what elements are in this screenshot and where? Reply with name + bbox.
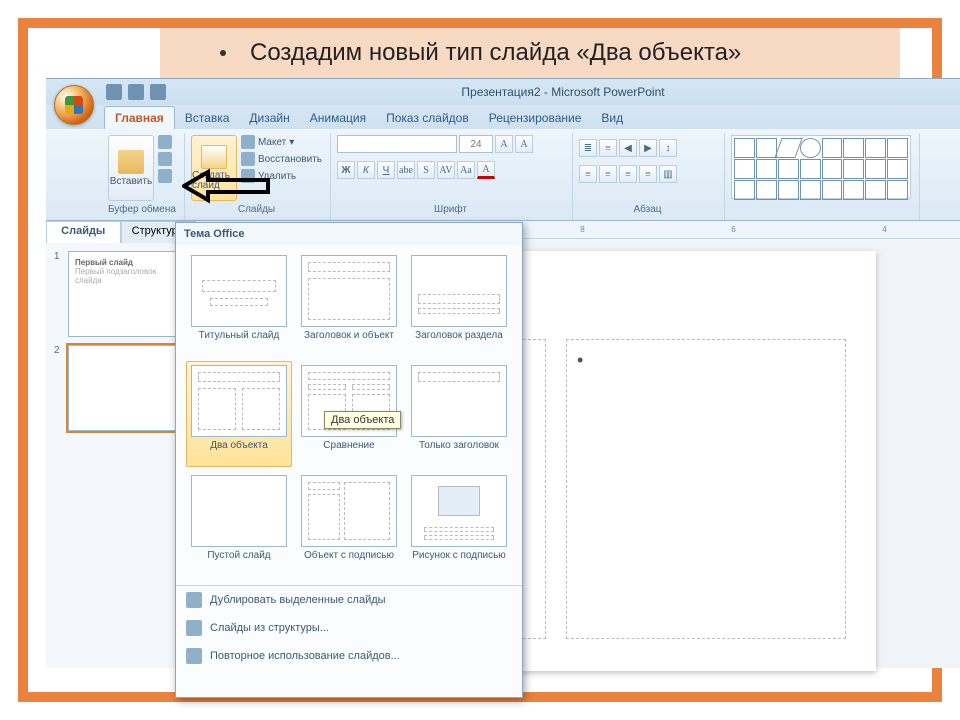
layout-two-content[interactable]: Два объекта bbox=[186, 361, 292, 467]
group-drawing bbox=[727, 133, 920, 220]
paste-button[interactable]: Вставить bbox=[108, 135, 154, 201]
spacing-button[interactable]: AV bbox=[437, 161, 455, 179]
bullets-button[interactable]: ≣ bbox=[579, 139, 597, 157]
group-label-paragraph: Абзац bbox=[579, 204, 716, 218]
layout-section-header[interactable]: Заголовок раздела bbox=[406, 251, 512, 357]
office-button[interactable] bbox=[54, 85, 94, 125]
bullet-icon bbox=[220, 50, 226, 56]
layout-button[interactable]: Макет ▾ bbox=[241, 135, 322, 149]
layout-content-caption[interactable]: Объект с подписью bbox=[296, 471, 402, 577]
bold-button[interactable]: Ж bbox=[337, 161, 355, 179]
duplicate-icon bbox=[186, 592, 202, 608]
copy-icon bbox=[158, 152, 172, 166]
numbering-button[interactable]: ≡ bbox=[599, 139, 617, 157]
layout-title-only[interactable]: Только заголовок bbox=[406, 361, 512, 467]
group-clipboard: Вставить Буфер обмена bbox=[104, 133, 185, 220]
ribbon-tabs: Главная Вставка Дизайн Анимация Показ сл… bbox=[46, 105, 960, 129]
duplicate-slides-item[interactable]: Дублировать выделенные слайды bbox=[176, 586, 522, 614]
tab-view[interactable]: Вид bbox=[591, 107, 633, 129]
shrink-font-button[interactable]: A bbox=[515, 135, 533, 153]
group-font: 24 A A Ж К Ч abe S AV Aa A Шрифт bbox=[333, 133, 573, 220]
scissors-icon bbox=[158, 135, 172, 149]
redo-icon[interactable] bbox=[150, 84, 166, 100]
tab-insert[interactable]: Вставка bbox=[175, 107, 240, 129]
italic-button[interactable]: К bbox=[357, 161, 375, 179]
tab-animation[interactable]: Анимация bbox=[300, 107, 376, 129]
layout-blank[interactable]: Пустой слайд bbox=[186, 471, 292, 577]
shapes-gallery[interactable] bbox=[731, 135, 911, 199]
tab-review[interactable]: Рецензирование bbox=[479, 107, 592, 129]
justify-button[interactable]: ≡ bbox=[639, 165, 657, 183]
instruction-callout: Создадим новый тип слайда «Два объекта» bbox=[160, 28, 900, 78]
reuse-icon bbox=[186, 648, 202, 664]
shadow-button[interactable]: S bbox=[417, 161, 435, 179]
tab-slideshow[interactable]: Показ слайдов bbox=[376, 107, 479, 129]
reset-button[interactable]: Восстановить bbox=[241, 152, 322, 166]
grow-font-button[interactable]: A bbox=[495, 135, 513, 153]
slides-from-outline-item[interactable]: Слайды из структуры... bbox=[176, 614, 522, 642]
case-button[interactable]: Aa bbox=[457, 161, 475, 179]
title-bar: Презентация2 - Microsoft PowerPoint bbox=[46, 79, 960, 105]
clipboard-icon bbox=[118, 150, 144, 174]
font-color-button[interactable]: A bbox=[477, 161, 495, 179]
undo-icon[interactable] bbox=[128, 84, 144, 100]
slides-pane: Слайды Структура 1 Первый слайдПервый по… bbox=[46, 221, 196, 668]
group-label-font: Шрифт bbox=[337, 204, 564, 218]
content-placeholder-right[interactable]: • bbox=[566, 339, 846, 639]
brush-icon bbox=[158, 169, 172, 183]
quick-access-toolbar bbox=[106, 84, 166, 100]
indent-inc-button[interactable]: ▶ bbox=[639, 139, 657, 157]
window-title: Презентация2 - Microsoft PowerPoint bbox=[166, 85, 960, 99]
indent-dec-button[interactable]: ◀ bbox=[619, 139, 637, 157]
align-left-button[interactable]: ≡ bbox=[579, 165, 597, 183]
tab-design[interactable]: Дизайн bbox=[239, 107, 299, 129]
tab-home[interactable]: Главная bbox=[104, 106, 175, 129]
group-paragraph: ≣ ≡ ◀ ▶ ↕ ≡ ≡ ≡ ≡ ▥ Абзац bbox=[575, 133, 725, 220]
layout-tooltip: Два объекта bbox=[324, 411, 401, 429]
columns-button[interactable]: ▥ bbox=[659, 165, 677, 183]
layout-title-slide[interactable]: Титульный слайд bbox=[186, 251, 292, 357]
save-icon[interactable] bbox=[106, 84, 122, 100]
underline-button[interactable]: Ч bbox=[377, 161, 395, 179]
pane-tab-slides[interactable]: Слайды bbox=[46, 221, 121, 243]
line-spacing-button[interactable]: ↕ bbox=[659, 139, 677, 157]
strike-button[interactable]: abe bbox=[397, 161, 415, 179]
group-label-slides: Слайды bbox=[191, 204, 322, 218]
align-center-button[interactable]: ≡ bbox=[599, 165, 617, 183]
font-size-select[interactable]: 24 bbox=[459, 135, 493, 153]
layout-title-content[interactable]: Заголовок и объект bbox=[296, 251, 402, 357]
reuse-slides-item[interactable]: Повторное использование слайдов... bbox=[176, 642, 522, 670]
format-painter-button[interactable] bbox=[158, 169, 172, 183]
align-right-button[interactable]: ≡ bbox=[619, 165, 637, 183]
layout-picture-caption[interactable]: Рисунок с подписью bbox=[406, 471, 512, 577]
gallery-header: Тема Office bbox=[176, 223, 522, 245]
cut-button[interactable] bbox=[158, 135, 172, 149]
annotation-arrow-icon bbox=[182, 166, 272, 206]
reset-icon bbox=[241, 152, 255, 166]
group-label-clipboard: Буфер обмена bbox=[108, 204, 176, 218]
copy-button[interactable] bbox=[158, 152, 172, 166]
slide-thumbnail[interactable]: 1 Первый слайдПервый подзаголовок слайда bbox=[54, 251, 187, 337]
layout-icon bbox=[241, 135, 255, 149]
font-family-select[interactable] bbox=[337, 135, 457, 153]
layout-gallery-popup: Тема Office Титульный слайд Заголовок и … bbox=[175, 222, 523, 698]
slide-thumbnail[interactable]: 2 bbox=[54, 345, 187, 436]
outline-icon bbox=[186, 620, 202, 636]
callout-text: Создадим новый тип слайда «Два объекта» bbox=[250, 39, 741, 67]
